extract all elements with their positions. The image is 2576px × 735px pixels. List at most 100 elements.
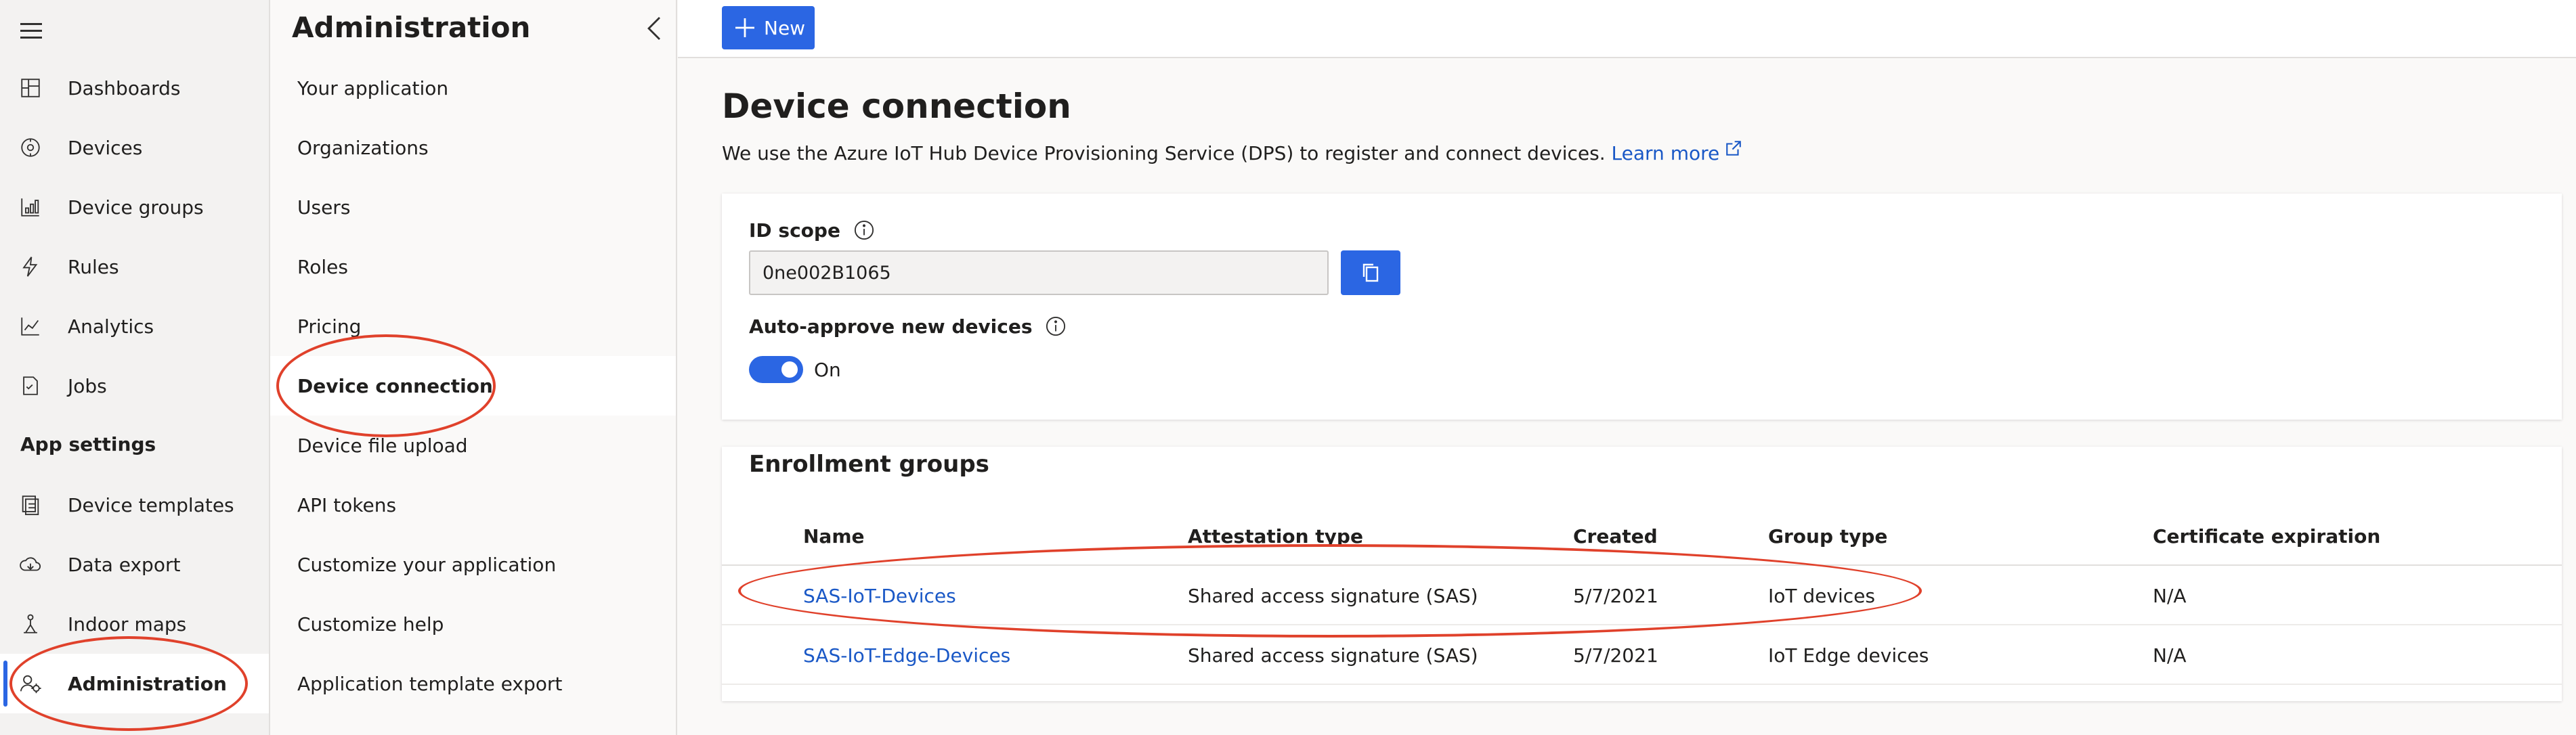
admin-item-roles[interactable]: Roles bbox=[270, 237, 676, 296]
enrollment-group-link[interactable]: SAS-IoT-Edge-Devices bbox=[803, 625, 1010, 685]
app-root: Dashboards Devices Device groups Rules A… bbox=[0, 0, 2576, 735]
nav-item-administration[interactable]: Administration bbox=[0, 654, 269, 713]
indoor-maps-icon bbox=[19, 612, 42, 636]
new-button[interactable]: New bbox=[722, 6, 815, 49]
admin-item-your-application[interactable]: Your application bbox=[270, 58, 676, 118]
admin-item-label: Your application bbox=[297, 76, 449, 99]
data-export-icon bbox=[19, 553, 42, 576]
dashboard-icon bbox=[19, 76, 42, 99]
table-row[interactable]: SAS-IoT-Edge-Devices Shared access signa… bbox=[722, 625, 2562, 685]
toggle-state-label: On bbox=[814, 359, 841, 381]
device-groups-icon bbox=[19, 196, 42, 219]
admin-item-customize-help[interactable]: Customize help bbox=[270, 594, 676, 654]
nav-item-label: Administration bbox=[68, 672, 227, 695]
certificate-expiration-cell: N/A bbox=[2153, 584, 2187, 607]
enrollment-groups-table: Name Attestation type Created Group type… bbox=[722, 506, 2562, 685]
enrollment-groups-card: Enrollment groups Name Attestation type … bbox=[722, 447, 2562, 701]
nav-item-device-templates[interactable]: Device templates bbox=[0, 475, 269, 535]
table-header: Name Attestation type Created Group type… bbox=[722, 506, 2562, 566]
nav-item-indoor-maps[interactable]: Indoor maps bbox=[0, 594, 269, 654]
hamburger-menu-icon[interactable] bbox=[20, 23, 42, 39]
group-type-cell: IoT Edge devices bbox=[1768, 644, 1929, 667]
nav-item-label: Data export bbox=[68, 553, 181, 576]
collapse-panel-button[interactable] bbox=[645, 15, 664, 42]
admin-item-customize-application[interactable]: Customize your application bbox=[270, 535, 676, 594]
admin-item-users[interactable]: Users bbox=[270, 177, 676, 237]
nav-item-devices[interactable]: Devices bbox=[0, 118, 269, 177]
created-cell: 5/7/2021 bbox=[1573, 644, 1658, 667]
nav-item-jobs[interactable]: Jobs bbox=[0, 356, 269, 416]
learn-more-link[interactable]: Learn more bbox=[1611, 141, 1743, 164]
info-icon[interactable] bbox=[854, 220, 874, 240]
auto-approve-toggle[interactable] bbox=[749, 356, 803, 383]
attestation-type-cell: Shared access signature (SAS) bbox=[1188, 644, 1478, 667]
nav-section-app-settings: App settings bbox=[20, 433, 156, 455]
info-icon[interactable] bbox=[1046, 316, 1066, 336]
group-type-cell: IoT devices bbox=[1768, 584, 1875, 607]
external-link-icon bbox=[1726, 141, 1742, 156]
column-header-name[interactable]: Name bbox=[803, 506, 865, 566]
nav-item-analytics[interactable]: Analytics bbox=[0, 296, 269, 356]
nav-item-label: Devices bbox=[68, 136, 143, 159]
devices-icon bbox=[19, 136, 42, 159]
left-navigation: Dashboards Devices Device groups Rules A… bbox=[0, 0, 270, 735]
main-content: New Device connection We use the Azure I… bbox=[678, 0, 2576, 735]
chevron-left-icon bbox=[647, 17, 660, 40]
admin-item-label: Pricing bbox=[297, 315, 362, 338]
admin-item-label: Device file upload bbox=[297, 434, 468, 457]
admin-item-label: Customize your application bbox=[297, 553, 557, 576]
admin-item-device-connection[interactable]: Device connection bbox=[270, 356, 676, 416]
id-scope-label: ID scope bbox=[749, 219, 840, 242]
description-text: We use the Azure IoT Hub Device Provisio… bbox=[722, 142, 1606, 164]
admin-item-template-export[interactable]: Application template export bbox=[270, 654, 676, 713]
nav-item-label: Device groups bbox=[68, 196, 204, 219]
analytics-icon bbox=[19, 315, 42, 338]
admin-item-label: Customize help bbox=[297, 612, 444, 636]
command-bar: New bbox=[678, 0, 2576, 58]
administration-icon bbox=[19, 672, 42, 695]
toggle-knob bbox=[781, 361, 798, 378]
admin-item-pricing[interactable]: Pricing bbox=[270, 296, 676, 356]
copy-icon bbox=[1362, 263, 1379, 282]
nav-item-label: Dashboards bbox=[68, 76, 181, 99]
admin-item-organizations[interactable]: Organizations bbox=[270, 118, 676, 177]
id-scope-input[interactable] bbox=[749, 250, 1329, 295]
admin-item-label: Device connection bbox=[297, 374, 493, 397]
rules-icon bbox=[19, 255, 42, 278]
table-row[interactable]: SAS-IoT-Devices Shared access signature … bbox=[722, 566, 2562, 625]
column-header-group-type[interactable]: Group type bbox=[1768, 506, 1887, 566]
device-templates-icon bbox=[19, 493, 42, 516]
nav-item-dashboards[interactable]: Dashboards bbox=[0, 58, 269, 118]
id-scope-field-label: ID scope bbox=[749, 219, 874, 242]
nav-item-label: Device templates bbox=[68, 493, 234, 516]
nav-item-label: Indoor maps bbox=[68, 612, 187, 636]
nav-item-device-groups[interactable]: Device groups bbox=[0, 177, 269, 237]
id-scope-card: ID scope Auto-approve new devices On bbox=[722, 194, 2562, 420]
active-indicator bbox=[3, 661, 7, 707]
nav-item-rules[interactable]: Rules bbox=[0, 237, 269, 296]
certificate-expiration-cell: N/A bbox=[2153, 644, 2187, 667]
copy-id-scope-button[interactable] bbox=[1341, 250, 1400, 295]
nav-item-label: Jobs bbox=[68, 374, 107, 397]
admin-item-device-file-upload[interactable]: Device file upload bbox=[270, 416, 676, 475]
administration-panel: Administration Your application Organiza… bbox=[270, 0, 677, 735]
admin-item-label: Users bbox=[297, 196, 351, 219]
column-header-certificate-expiration[interactable]: Certificate expiration bbox=[2153, 506, 2380, 566]
nav-item-label: Rules bbox=[68, 255, 119, 278]
learn-more-label: Learn more bbox=[1611, 142, 1720, 164]
admin-item-label: Application template export bbox=[297, 672, 563, 695]
enrollment-group-link[interactable]: SAS-IoT-Devices bbox=[803, 566, 956, 625]
attestation-type-cell: Shared access signature (SAS) bbox=[1188, 584, 1478, 607]
column-header-attestation-type[interactable]: Attestation type bbox=[1188, 506, 1363, 566]
enrollment-groups-title: Enrollment groups bbox=[749, 451, 989, 478]
admin-item-api-tokens[interactable]: API tokens bbox=[270, 475, 676, 535]
admin-item-label: Organizations bbox=[297, 136, 429, 159]
new-button-label: New bbox=[764, 16, 806, 39]
auto-approve-label: Auto-approve new devices bbox=[749, 315, 1033, 338]
admin-item-label: API tokens bbox=[297, 493, 397, 516]
column-header-created[interactable]: Created bbox=[1573, 506, 1658, 566]
panel-title: Administration bbox=[292, 11, 531, 44]
nav-item-data-export[interactable]: Data export bbox=[0, 535, 269, 594]
page-title: Device connection bbox=[722, 87, 1071, 126]
nav-item-label: Analytics bbox=[68, 315, 154, 338]
